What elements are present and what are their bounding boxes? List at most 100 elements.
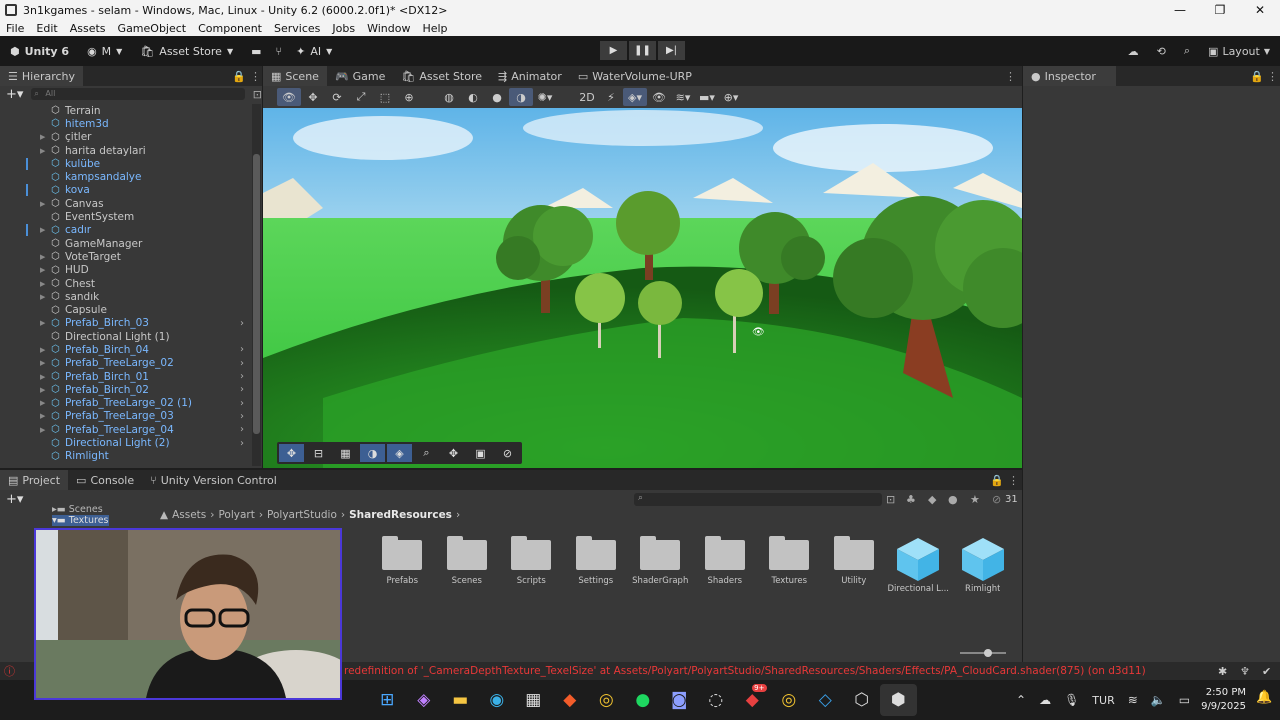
zoom-slider[interactable]: [960, 649, 1006, 657]
hierarchy-item[interactable]: ▶ ⬡ Prefab_TreeLarge_04 ›: [0, 423, 252, 436]
edge-icon[interactable]: ◉: [479, 684, 516, 716]
asset-store-button[interactable]: 🛍 Asset Store ▼: [140, 45, 233, 58]
github-desktop-icon[interactable]: ◌: [698, 684, 735, 716]
wifi-icon[interactable]: ≋: [1128, 693, 1138, 707]
expand-arrow-icon[interactable]: ▶: [40, 346, 45, 354]
star-icon[interactable]: ★: [970, 493, 980, 506]
layers-icon[interactable]: ≋▾: [671, 88, 695, 106]
view-tool-icon[interactable]: 👁: [277, 88, 301, 106]
expand-arrow-icon[interactable]: ▶: [40, 373, 45, 381]
hierarchy-item[interactable]: ⬡ hitem3d: [0, 117, 252, 130]
lock-icon[interactable]: 🔒: [990, 474, 1004, 487]
project-search-input[interactable]: ⌕: [634, 492, 882, 506]
scale-tool-icon[interactable]: ⤢: [349, 88, 373, 106]
menu-services[interactable]: Services: [274, 22, 320, 35]
expand-arrow-icon[interactable]: ▶: [40, 266, 45, 274]
hierarchy-item[interactable]: ▶ ⬡ Prefab_Birch_01 ›: [0, 370, 252, 383]
search-filter-icon[interactable]: ⊡: [253, 88, 262, 101]
camera-icon[interactable]: ▬▾: [695, 88, 719, 106]
discord-icon[interactable]: ◙: [661, 684, 698, 716]
asset-folder[interactable]: ShaderGraph: [628, 536, 693, 594]
lock-icon[interactable]: 🔒: [1250, 70, 1264, 83]
scene-visibility-icon[interactable]: 👁: [647, 88, 671, 106]
filter-icon[interactable]: ♣: [906, 493, 916, 506]
hierarchy-item[interactable]: ▶ ⬡ Prefab_Birch_02 ›: [0, 383, 252, 396]
battery-icon[interactable]: ▭: [1179, 693, 1190, 707]
tab-project[interactable]: ▤ Project: [0, 470, 69, 490]
hierarchy-item[interactable]: ▶ ⬡ Canvas: [0, 197, 252, 210]
lock-icon[interactable]: 🔒: [232, 70, 246, 83]
hierarchy-item[interactable]: ⬡ Directional Light (2) ›: [0, 436, 252, 449]
check-icon[interactable]: ✔: [1262, 665, 1271, 678]
hierarchy-item[interactable]: ▶ ⬡ sandık: [0, 290, 252, 303]
hierarchy-item[interactable]: ⬡ EventSystem: [0, 210, 252, 223]
unity-editor-icon[interactable]: ⬢: [880, 684, 917, 716]
auto-generate-icon[interactable]: ♆: [1240, 665, 1250, 678]
step-button[interactable]: ▶|: [658, 41, 685, 60]
add-button[interactable]: +▾: [6, 492, 23, 507]
tree-item-scenes[interactable]: ▸▬ Scenes: [52, 504, 109, 515]
move-icon[interactable]: ✥: [279, 444, 304, 462]
expand-arrow-icon[interactable]: ▶: [40, 319, 45, 327]
shaded-wireframe-icon[interactable]: ◐: [461, 88, 485, 106]
snapping-icon[interactable]: ◈: [387, 444, 412, 462]
grid-snap-icon[interactable]: ▦: [333, 444, 358, 462]
chevron-up-icon[interactable]: ⌃: [1016, 693, 1026, 707]
debug-icon[interactable]: ✱: [1218, 665, 1227, 678]
menu-help[interactable]: Help: [422, 22, 447, 35]
hierarchy-item[interactable]: ▶ ⬡ Prefab_TreeLarge_02 (1) ›: [0, 397, 252, 410]
asset-folder[interactable]: Settings: [564, 536, 629, 594]
asset-folder[interactable]: Prefabs: [370, 536, 435, 594]
hierarchy-item[interactable]: ⬡ kulübe: [0, 157, 252, 170]
chrome-icon[interactable]: ◎: [588, 684, 625, 716]
tab-asset-store[interactable]: 🛍 Asset Store: [393, 66, 490, 86]
package-button[interactable]: ▬: [251, 45, 261, 58]
history-icon[interactable]: ⟲: [1157, 45, 1166, 58]
windows-start-icon[interactable]: ⊞: [369, 684, 406, 716]
asset-folder[interactable]: Shaders: [693, 536, 758, 594]
asset-folder[interactable]: Scenes: [435, 536, 500, 594]
effects-icon[interactable]: ◈▾: [623, 88, 647, 106]
layout-dropdown[interactable]: ▣ Layout ▼: [1208, 45, 1270, 58]
asset-prefab[interactable]: Rimlight: [951, 536, 1016, 594]
hierarchy-item[interactable]: ▶ ⬡ Chest: [0, 277, 252, 290]
shaded-icon[interactable]: ●: [485, 88, 509, 106]
chevron-right-icon[interactable]: ›: [240, 371, 244, 382]
chevron-right-icon[interactable]: ›: [240, 411, 244, 422]
hierarchy-item[interactable]: ▶ ⬡ VoteTarget: [0, 250, 252, 263]
hierarchy-item[interactable]: ▶ ⬡ Prefab_TreeLarge_02 ›: [0, 357, 252, 370]
unity-button[interactable]: ⬢ Unity 6: [10, 45, 69, 58]
tab-version-control[interactable]: ⑂ Unity Version Control: [142, 470, 285, 490]
expand-arrow-icon[interactable]: ▶: [40, 226, 45, 234]
hierarchy-item[interactable]: ▶ ⬡ Prefab_Birch_03 ›: [0, 317, 252, 330]
more-icon[interactable]: ⋮: [1267, 70, 1278, 83]
hierarchy-item[interactable]: ⬡ Rimlight: [0, 450, 252, 463]
console-error-message[interactable]: redefinition of '_CameraDepthTexture_Tex…: [344, 665, 1146, 677]
hierarchy-item[interactable]: ▶ ⬡ çitler: [0, 131, 252, 144]
more-icon[interactable]: ⋮: [1005, 70, 1016, 83]
lighting-toggle-icon[interactable]: ⚡: [599, 88, 623, 106]
wireframe-icon[interactable]: ◍: [437, 88, 461, 106]
tab-game[interactable]: 🎮 Game: [327, 66, 393, 86]
chevron-right-icon[interactable]: ›: [240, 318, 244, 329]
menu-window[interactable]: Window: [367, 22, 410, 35]
chevron-right-icon[interactable]: ›: [240, 384, 244, 395]
menu-gameobject[interactable]: GameObject: [118, 22, 187, 35]
scene-viewport[interactable]: 👁 ✥ ⊟ ▦ ◑ ◈ ⌕ ✥ ▣ ⊘: [263, 108, 1022, 468]
rect-tool-icon[interactable]: ⬚: [373, 88, 397, 106]
hierarchy-item[interactable]: ⬡ Terrain: [0, 104, 252, 117]
pause-button[interactable]: ❚❚: [629, 41, 656, 60]
cloud-build-button[interactable]: ⑂: [276, 45, 283, 58]
microphone-icon[interactable]: 🎙: [1064, 693, 1079, 707]
taskbar-clock[interactable]: 2:50 PM 9/9/2025: [1196, 686, 1246, 714]
pivot-icon[interactable]: ◑: [360, 444, 385, 462]
expand-arrow-icon[interactable]: ▶: [40, 412, 45, 420]
scrollbar-thumb[interactable]: [253, 154, 260, 434]
menu-file[interactable]: File: [6, 22, 24, 35]
menu-assets[interactable]: Assets: [70, 22, 106, 35]
search-icon[interactable]: ⌕: [1184, 44, 1190, 58]
tab-inspector[interactable]: ● Inspector: [1023, 66, 1116, 86]
volume-icon[interactable]: 🔈: [1151, 693, 1166, 707]
align-icon[interactable]: ⊟: [306, 444, 331, 462]
chrome-profile-icon[interactable]: ◎: [771, 684, 808, 716]
